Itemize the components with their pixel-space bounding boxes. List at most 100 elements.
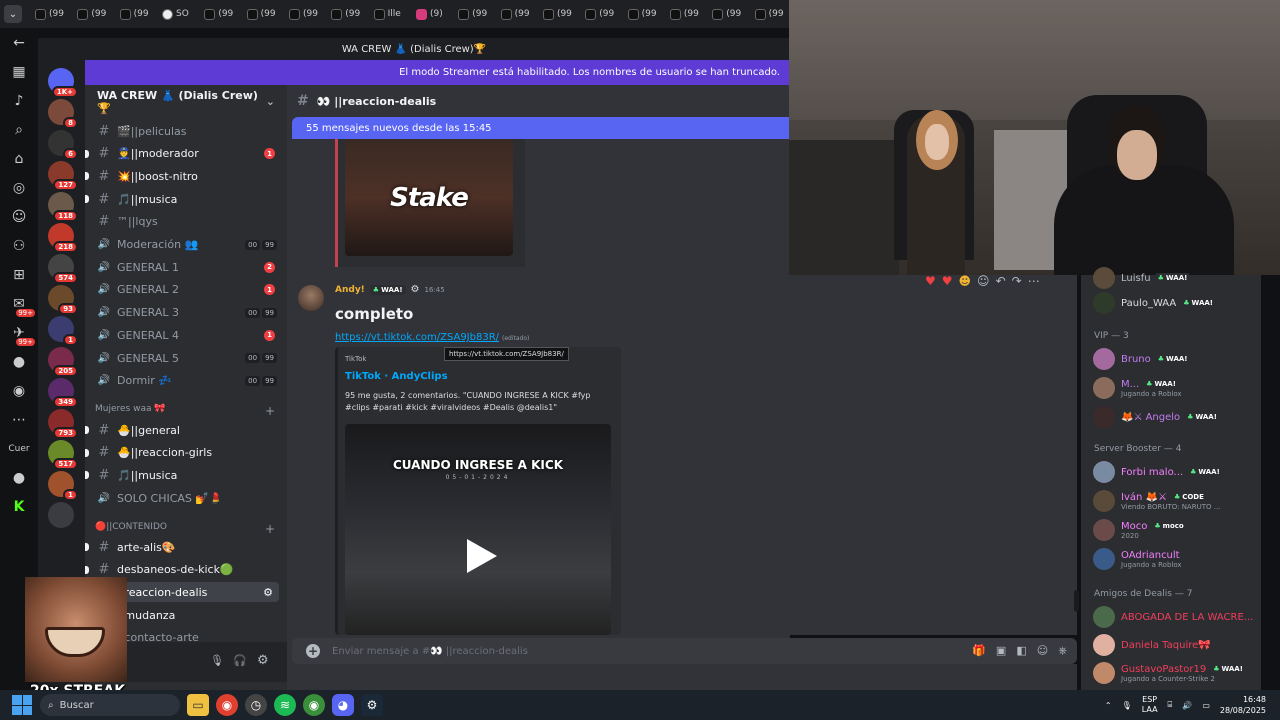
- add-channel-icon[interactable]: +: [265, 404, 275, 418]
- server-icon[interactable]: 1: [48, 471, 78, 501]
- emoji-icon[interactable]: ☺: [1037, 644, 1048, 658]
- category-header[interactable]: 🔴||CONTENIDO +: [95, 522, 275, 536]
- discord-icon[interactable]: ◕: [332, 694, 354, 716]
- apps-icon[interactable]: ⎈: [1058, 644, 1067, 658]
- text-channel[interactable]: # 🐣||reaccion-girls: [85, 443, 279, 463]
- add-channel-icon[interactable]: +: [265, 522, 275, 536]
- tiktok-icon[interactable]: ♪: [8, 90, 30, 112]
- steam-icon[interactable]: ⚙: [361, 694, 383, 716]
- voice-channel[interactable]: 🔊 GENERAL 5 00 99: [93, 348, 279, 368]
- message-author[interactable]: Andy!: [335, 285, 365, 295]
- more-icon[interactable]: ⋯: [8, 409, 30, 431]
- profile-avatar-icon[interactable]: ●: [8, 351, 30, 373]
- guild-header[interactable]: WA CREW 👗 (Dialis Crew)🏆 ⌄: [85, 85, 287, 118]
- taskbar-clock[interactable]: 16:48 28/08/2025: [1220, 694, 1266, 716]
- upload-icon[interactable]: ⊞: [8, 264, 30, 286]
- browser-tab[interactable]: (99: [496, 4, 536, 24]
- server-icon[interactable]: 1K+: [48, 68, 78, 98]
- back-arrow-icon[interactable]: ←: [8, 32, 30, 54]
- text-channel[interactable]: # 🎬||peliculas: [93, 121, 279, 141]
- inbox-icon[interactable]: ✉ 99+: [8, 293, 35, 317]
- server-icon[interactable]: 1: [48, 316, 78, 346]
- channel-settings-icon[interactable]: ⚙: [263, 586, 273, 599]
- server-icon[interactable]: 118: [48, 192, 78, 222]
- server-icon[interactable]: 127: [48, 161, 78, 191]
- chrome-alt-icon[interactable]: ◉: [303, 694, 325, 716]
- member-row[interactable]: Daniela Taquire🎀: [1093, 633, 1258, 657]
- browser-tab[interactable]: Ille: [369, 4, 409, 24]
- new-messages-bar[interactable]: 55 mensajes nuevos desde las 15:45: [292, 117, 790, 139]
- stake-image[interactable]: Stake: [345, 139, 513, 256]
- voice-channel[interactable]: 🔊 Moderación 👥 00 99: [93, 235, 279, 255]
- sticker-icon[interactable]: ◧: [1016, 644, 1026, 658]
- message-author-avatar[interactable]: [298, 285, 324, 311]
- language-indicator[interactable]: ESP LAA: [1142, 695, 1158, 715]
- browser-tab[interactable]: (99: [623, 4, 663, 24]
- browser-tab[interactable]: (99: [326, 4, 366, 24]
- play-icon[interactable]: [465, 537, 499, 575]
- spotify-icon[interactable]: ≋: [274, 694, 296, 716]
- server-icon[interactable]: 93: [48, 285, 78, 315]
- message-input[interactable]: + Enviar mensaje a #👀 ||reaccion-dealis …: [292, 638, 1077, 664]
- voice-channel[interactable]: 🔊 Dormir 💤 00 99: [93, 371, 279, 391]
- browser-tab[interactable]: (99: [453, 4, 493, 24]
- server-icon[interactable]: 6: [48, 130, 78, 160]
- user-icon[interactable]: ☺: [8, 206, 30, 228]
- server-icon[interactable]: 205: [48, 347, 78, 377]
- member-row[interactable]: Paulo_WAA ♣ WAA!: [1093, 291, 1258, 315]
- heart-reaction-icon[interactable]: ♥: [942, 274, 953, 288]
- browser-tab[interactable]: SO: [157, 4, 197, 24]
- browser-tab[interactable]: (99: [750, 4, 790, 24]
- text-channel[interactable]: # 🎵||musica: [85, 189, 279, 209]
- member-row[interactable]: ABOGADA DE LA WACRE...: [1093, 605, 1258, 629]
- browser-tab[interactable]: (99: [72, 4, 112, 24]
- member-row[interactable]: Luisfu ♣ WAA!: [1093, 266, 1258, 290]
- message-link[interactable]: https://vt.tiktok.com/ZSA9Jb83R/: [335, 332, 499, 343]
- text-channel[interactable]: # 💥||boost-nitro: [85, 166, 279, 186]
- network-icon[interactable]: ⌸: [1168, 700, 1173, 710]
- laugh-reaction-icon[interactable]: ☻: [959, 274, 972, 288]
- voice-channel[interactable]: 🔊 GENERAL 3 00 99: [93, 303, 279, 323]
- member-row[interactable]: 🦊⚔ Angelo ♣ WAA!: [1093, 405, 1258, 429]
- server-icon[interactable]: 8: [48, 99, 78, 129]
- search-icon[interactable]: ⌕: [8, 119, 30, 141]
- browser-tab[interactable]: (99: [242, 4, 282, 24]
- reply-icon[interactable]: ↶: [996, 274, 1006, 288]
- text-channel[interactable]: # ™||lqys: [93, 212, 279, 232]
- tab-menu-chevron-icon[interactable]: ⌄: [4, 5, 22, 23]
- compass-icon[interactable]: ◎: [8, 177, 30, 199]
- browser-tab[interactable]: (99: [707, 4, 747, 24]
- gif-icon[interactable]: ▣: [996, 644, 1006, 658]
- tray-chevron-icon[interactable]: ⌃: [1105, 701, 1112, 710]
- embed-video[interactable]: [345, 424, 611, 635]
- embed-title[interactable]: TikTok · AndyClips: [345, 371, 448, 382]
- live-icon[interactable]: ◉: [8, 380, 30, 402]
- headset-icon[interactable]: 🎧: [233, 654, 247, 667]
- forward-icon[interactable]: ↷: [1012, 274, 1022, 288]
- server-icon[interactable]: 349: [48, 378, 78, 408]
- settings-gear-icon[interactable]: ⚙: [257, 653, 269, 668]
- voice-channel[interactable]: 🔊 GENERAL 2 1: [93, 280, 279, 300]
- chat-scrollbar[interactable]: [1074, 590, 1079, 612]
- microphone-icon[interactable]: 🎙: [210, 654, 224, 667]
- member-row[interactable]: Bruno ♣ WAA!: [1093, 347, 1258, 371]
- text-channel[interactable]: # 🎵||musica: [85, 465, 279, 485]
- apps-grid-icon[interactable]: ▦: [8, 61, 30, 83]
- browser-tab[interactable]: (99: [665, 4, 705, 24]
- voice-channel[interactable]: 🔊 SOLO CHICAS 💅💄: [93, 488, 279, 508]
- member-row[interactable]: Forbi malo... ♣ WAA!: [1093, 460, 1258, 484]
- member-row[interactable]: OAdriancult Jugando a Roblox: [1093, 547, 1258, 571]
- kick-icon[interactable]: K: [8, 496, 30, 518]
- browser-tab[interactable]: (99: [115, 4, 155, 24]
- browser-tab[interactable]: (99: [30, 4, 70, 24]
- home-icon[interactable]: ⌂: [8, 148, 30, 170]
- text-channel[interactable]: # arte-alis🎨: [85, 537, 279, 557]
- browser-tab[interactable]: (99: [580, 4, 620, 24]
- voice-channel[interactable]: 🔊 GENERAL 4 1: [93, 325, 279, 345]
- browser-tab[interactable]: (9): [411, 4, 451, 24]
- member-row[interactable]: Moco ♣ moco 2020: [1093, 518, 1258, 542]
- browser-tab[interactable]: (99: [199, 4, 239, 24]
- windows-start-icon[interactable]: [12, 695, 32, 715]
- browser-tab[interactable]: (99: [284, 4, 324, 24]
- chrome-icon[interactable]: ◉: [216, 694, 238, 716]
